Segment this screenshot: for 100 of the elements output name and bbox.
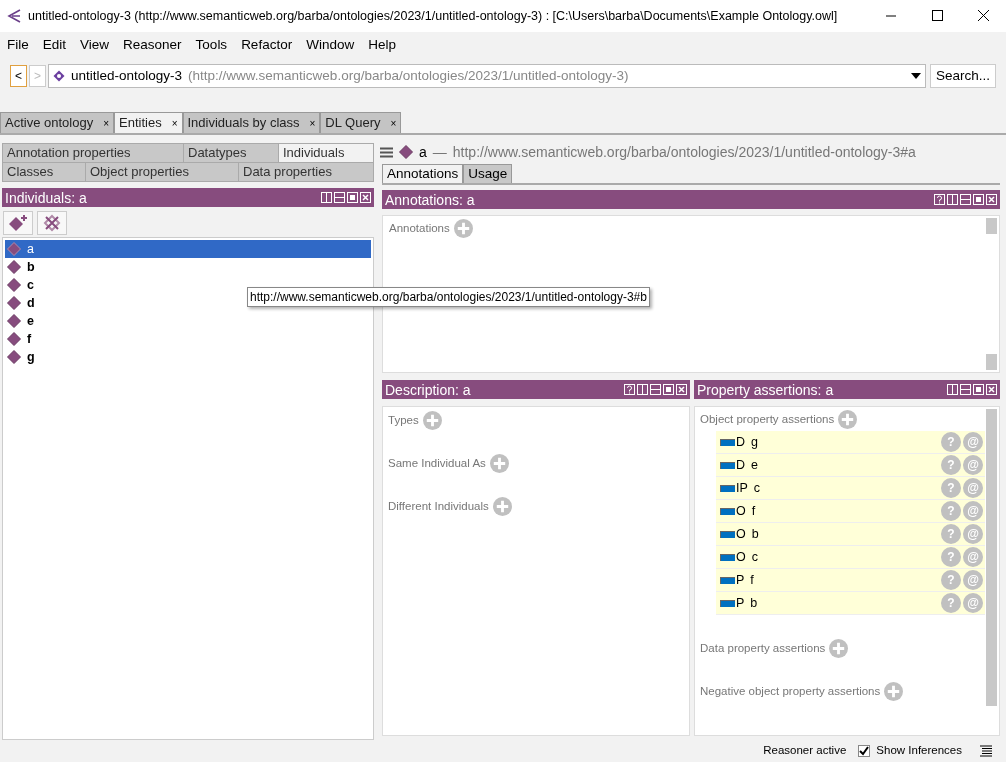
help-icon[interactable] bbox=[624, 384, 635, 395]
individual-icon bbox=[7, 314, 21, 328]
tab[interactable]: Individuals by class × bbox=[182, 112, 321, 133]
show-inferences-checkbox[interactable] bbox=[858, 745, 871, 757]
log-icon[interactable] bbox=[980, 745, 992, 757]
entity-tab[interactable]: Annotation properties bbox=[3, 144, 183, 162]
dropdown-caret-icon[interactable] bbox=[910, 73, 921, 79]
tab[interactable]: Entities × bbox=[114, 112, 183, 133]
menu-item[interactable]: Reasoner bbox=[123, 34, 182, 56]
ontology-icon bbox=[53, 70, 65, 82]
property-name: O bbox=[736, 548, 746, 566]
section-label: Same Individual As bbox=[388, 455, 486, 471]
section-label: Different Individuals bbox=[388, 498, 489, 514]
object-property-icon bbox=[720, 576, 735, 584]
maximize-icon[interactable] bbox=[347, 192, 358, 203]
tab[interactable]: Active ontology × bbox=[0, 112, 114, 133]
split-horizontal-icon[interactable] bbox=[960, 194, 971, 205]
object-property-icon bbox=[720, 530, 735, 538]
back-button[interactable]: < bbox=[10, 65, 27, 87]
split-vertical-icon[interactable] bbox=[947, 384, 958, 395]
menu-icon[interactable] bbox=[380, 146, 393, 158]
ontology-selector[interactable]: untitled-ontology-3 (http://www.semanticweb.org/barba/ontologies/2023/1/untitled-ontology-3) bbox=[48, 64, 926, 88]
panel-title: Property assertions: a bbox=[697, 382, 834, 397]
property-value: c bbox=[753, 479, 761, 497]
entity-name: a bbox=[419, 142, 427, 162]
split-vertical-icon[interactable] bbox=[637, 384, 648, 395]
maximize-icon[interactable] bbox=[973, 194, 984, 205]
individual-icon bbox=[7, 296, 21, 310]
individual-item[interactable]: a bbox=[5, 240, 371, 258]
property-name: IP bbox=[736, 479, 748, 497]
section-label: Annotations bbox=[389, 220, 450, 236]
individual-icon bbox=[399, 145, 413, 159]
checkbox-label: Show Inferences bbox=[876, 743, 962, 759]
tab-close[interactable]: × bbox=[309, 115, 316, 131]
entity-tab[interactable]: Data properties bbox=[239, 163, 373, 181]
object-property-icon bbox=[720, 484, 735, 492]
tab-close[interactable]: × bbox=[103, 115, 109, 131]
object-property-icon bbox=[720, 507, 735, 515]
entity-iri: http://www.semanticweb.org/barba/ontologies/2023/1/untitled-ontology-3#a bbox=[452, 142, 916, 162]
individual-item[interactable]: b bbox=[5, 258, 371, 276]
maximize-icon[interactable] bbox=[973, 384, 984, 395]
individual-item[interactable]: e bbox=[5, 312, 371, 330]
entity-tab[interactable]: Individuals bbox=[279, 144, 373, 162]
add-individual-icon bbox=[7, 214, 29, 232]
property-value: c bbox=[751, 548, 758, 566]
delete-individual-icon bbox=[43, 214, 61, 232]
property-value: e bbox=[751, 456, 758, 474]
reasoner-status: Reasoner active bbox=[763, 743, 847, 759]
property-name: D bbox=[736, 433, 746, 451]
entity-tab[interactable]: Classes bbox=[3, 163, 85, 181]
view-tab[interactable]: Annotations bbox=[382, 164, 464, 183]
menu-item[interactable]: Refactor bbox=[241, 34, 293, 56]
property-name: P bbox=[736, 594, 745, 612]
tab-close[interactable]: × bbox=[390, 115, 397, 131]
object-property-icon bbox=[720, 599, 735, 607]
section-label: Negative object property assertions bbox=[700, 683, 881, 699]
close-icon[interactable] bbox=[986, 384, 997, 395]
menu-item[interactable]: Window bbox=[306, 34, 355, 56]
individual-icon bbox=[7, 350, 21, 364]
individual-item[interactable]: g bbox=[5, 348, 371, 366]
split-horizontal-icon[interactable] bbox=[650, 384, 661, 395]
property-value: g bbox=[751, 433, 758, 451]
close-icon[interactable] bbox=[676, 384, 687, 395]
individual-icon bbox=[7, 242, 21, 256]
property-name: P bbox=[736, 571, 745, 589]
property-value: b bbox=[750, 594, 758, 612]
menu-item[interactable]: Help bbox=[368, 34, 396, 56]
individual-icon bbox=[7, 260, 21, 274]
section-label: Object property assertions bbox=[700, 411, 835, 427]
property-name: O bbox=[736, 525, 746, 543]
menu-item[interactable]: Edit bbox=[42, 34, 67, 56]
tab[interactable]: DL Query × bbox=[320, 112, 402, 133]
entity-tab[interactable]: Object properties bbox=[86, 163, 238, 181]
close-icon[interactable] bbox=[986, 194, 997, 205]
property-value: f bbox=[750, 571, 754, 589]
tab-close[interactable]: × bbox=[171, 115, 178, 131]
split-horizontal-icon[interactable] bbox=[960, 384, 971, 395]
individual-item[interactable]: f bbox=[5, 330, 371, 348]
add-individual-button[interactable] bbox=[3, 211, 33, 235]
menu-item[interactable]: Tools bbox=[195, 34, 228, 56]
menu-item[interactable]: View bbox=[80, 34, 110, 56]
object-property-icon bbox=[720, 553, 735, 561]
help-icon[interactable] bbox=[934, 194, 945, 205]
ontology-name: untitled-ontology-3 bbox=[71, 66, 183, 85]
menu-item[interactable]: File bbox=[7, 34, 29, 56]
tab-label: Active ontology bbox=[5, 114, 94, 133]
property-value: b bbox=[751, 525, 759, 543]
object-property-icon bbox=[720, 438, 735, 446]
delete-individual-button[interactable] bbox=[37, 211, 67, 235]
entity-tab[interactable]: Datatypes bbox=[184, 144, 278, 162]
close-icon[interactable] bbox=[360, 192, 371, 203]
split-vertical-icon[interactable] bbox=[321, 192, 332, 203]
scrollbar bbox=[986, 218, 997, 234]
split-vertical-icon[interactable] bbox=[947, 194, 958, 205]
search-button[interactable]: Search... bbox=[929, 64, 996, 88]
view-tab[interactable]: Usage bbox=[463, 164, 513, 183]
split-horizontal-icon[interactable] bbox=[334, 192, 345, 203]
panel-title: Description: a bbox=[385, 382, 471, 397]
app-logo-icon bbox=[6, 8, 22, 24]
maximize-icon[interactable] bbox=[663, 384, 674, 395]
